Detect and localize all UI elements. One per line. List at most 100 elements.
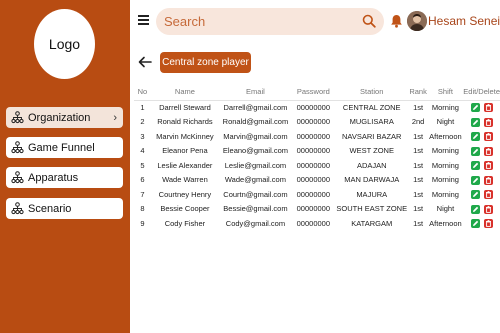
cell-rank: 1st — [413, 146, 424, 156]
cell-shift: Afternoon — [427, 129, 464, 144]
delete-icon[interactable] — [483, 204, 493, 214]
sidebar-item-organization[interactable]: Organization › — [6, 107, 123, 128]
cell-name: Leslie Alexander — [150, 158, 220, 173]
delete-icon[interactable] — [483, 175, 493, 185]
sidebar-item-label: Scenario — [28, 202, 72, 215]
cell-email: Darrell@gmail.com — [219, 100, 292, 115]
delete-icon[interactable] — [483, 190, 493, 199]
cell-shift: Morning — [431, 175, 459, 185]
delete-icon[interactable] — [483, 161, 493, 170]
cell-actions — [463, 187, 500, 202]
cell-rank: 1st — [408, 100, 428, 115]
delete-icon[interactable] — [483, 146, 493, 156]
edit-icon[interactable] — [470, 146, 480, 156]
column-header: Name — [150, 84, 220, 101]
cell-rank: 1st — [408, 129, 428, 144]
org-chart-icon — [11, 171, 24, 184]
cell-no: 4 — [140, 146, 145, 156]
table-row: 6 Wade Warren Wade@gmail.com 00000000 MAN DA… — [134, 173, 500, 188]
org-chart-icon — [11, 111, 24, 124]
sidebar-item-game-funnel[interactable]: Game Funnel — [6, 137, 123, 158]
cell-email: Courtn@gmail.com — [219, 187, 292, 202]
cell-station: WEST ZONE — [349, 146, 394, 156]
edit-icon[interactable] — [470, 219, 480, 228]
cell-station: MAJURA — [334, 187, 409, 202]
edit-icon[interactable] — [470, 103, 480, 113]
chevron-right-icon: › — [113, 111, 117, 124]
cell-password: 00000000 — [291, 158, 335, 173]
cell-password: 00000000 — [291, 129, 335, 144]
edit-icon[interactable] — [470, 204, 480, 214]
search-input[interactable] — [164, 14, 354, 29]
cell-password: 00000000 — [296, 117, 331, 127]
cell-name: Bessie Cooper — [160, 204, 210, 214]
cell-email: Cody@gmail.com — [219, 216, 292, 231]
cell-rank: 1st — [408, 187, 428, 202]
edit-icon[interactable] — [470, 117, 480, 127]
cell-station: SOUTH EAST ZONE — [336, 204, 408, 214]
delete-icon[interactable] — [483, 219, 493, 228]
table-row: 7 Courtney Henry Courtn@gmail.com 00000000 M… — [134, 187, 500, 202]
cell-name: Darrell Steward — [150, 100, 220, 115]
cell-password: 00000000 — [291, 187, 335, 202]
table-row: 8 Bessie Cooper Bessie@gmail.com 00000000 SO… — [134, 202, 500, 217]
cell-name: Wade Warren — [162, 175, 208, 185]
cell-rank: 1st — [413, 204, 424, 214]
column-header: Shift — [427, 84, 464, 101]
cell-no: 1 — [134, 100, 151, 115]
cell-rank: 1st — [413, 175, 424, 185]
sidebar-item-apparatus[interactable]: Apparatus — [6, 167, 123, 188]
cell-email: Ronald@gmail.com — [222, 117, 289, 127]
column-header: Password — [291, 84, 335, 101]
cell-password: 00000000 — [291, 216, 335, 231]
cell-actions — [463, 100, 500, 115]
cell-email: Wade@gmail.com — [224, 175, 286, 185]
cell-station: NAVSARI BAZAR — [334, 129, 409, 144]
edit-icon[interactable] — [470, 190, 480, 199]
table-row: 3 Marvin McKinney Marvin@gmail.com 00000000… — [134, 129, 500, 144]
column-header: No — [134, 84, 151, 101]
cell-password: 00000000 — [296, 146, 331, 156]
column-header: Station — [334, 84, 409, 101]
zone-player-button[interactable]: Central zone player — [160, 52, 251, 73]
org-chart-icon — [11, 141, 24, 154]
cell-actions — [463, 129, 500, 144]
delete-icon[interactable] — [483, 132, 493, 141]
cell-actions — [463, 115, 500, 130]
cell-shift: Morning — [431, 146, 459, 156]
column-header: Edit/Delete — [463, 84, 500, 101]
avatar[interactable] — [407, 11, 427, 31]
user-name[interactable]: Hesam Senei — [428, 14, 500, 28]
sidebar-item-scenario[interactable]: Scenario — [6, 198, 123, 219]
delete-icon[interactable] — [483, 103, 493, 113]
sidebar-item-label: Apparatus — [28, 171, 79, 184]
back-arrow-icon[interactable] — [138, 56, 152, 68]
search-bar — [156, 8, 384, 35]
cell-rank: 1st — [408, 216, 428, 231]
table-row: 4 Eleanor Pena Eleano@gmail.com 00000000 WES… — [134, 144, 500, 159]
search-icon[interactable] — [362, 14, 376, 28]
table-header-row: No Name Email Password Station Rank Shif… — [134, 84, 500, 101]
column-header: Rank — [408, 84, 428, 101]
edit-icon[interactable] — [470, 161, 480, 170]
cell-actions — [463, 216, 500, 231]
cell-actions — [463, 173, 500, 188]
edit-icon[interactable] — [470, 132, 480, 141]
cell-email: Eleano@gmail.com — [222, 146, 289, 156]
cell-name: Marvin McKinney — [150, 129, 220, 144]
cell-actions — [463, 202, 500, 217]
bell-icon[interactable] — [390, 14, 403, 28]
cell-password: 00000000 — [291, 100, 335, 115]
edit-icon[interactable] — [470, 175, 480, 185]
sidebar-item-label: Organization — [28, 111, 91, 124]
table-row: 2 Ronald Richards Ronald@gmail.com 00000000… — [134, 115, 500, 130]
table-row: 5 Leslie Alexander Leslie@gmail.com 0000000… — [134, 158, 500, 173]
cell-station: MAN DARWAJA — [344, 175, 400, 185]
cell-shift: Night — [436, 117, 455, 127]
cell-shift: Afternoon — [427, 216, 464, 231]
cell-no: 9 — [134, 216, 151, 231]
cell-name: Courtney Henry — [150, 187, 220, 202]
menu-icon[interactable] — [138, 15, 149, 26]
cell-name: Cody Fisher — [150, 216, 220, 231]
delete-icon[interactable] — [483, 117, 493, 127]
